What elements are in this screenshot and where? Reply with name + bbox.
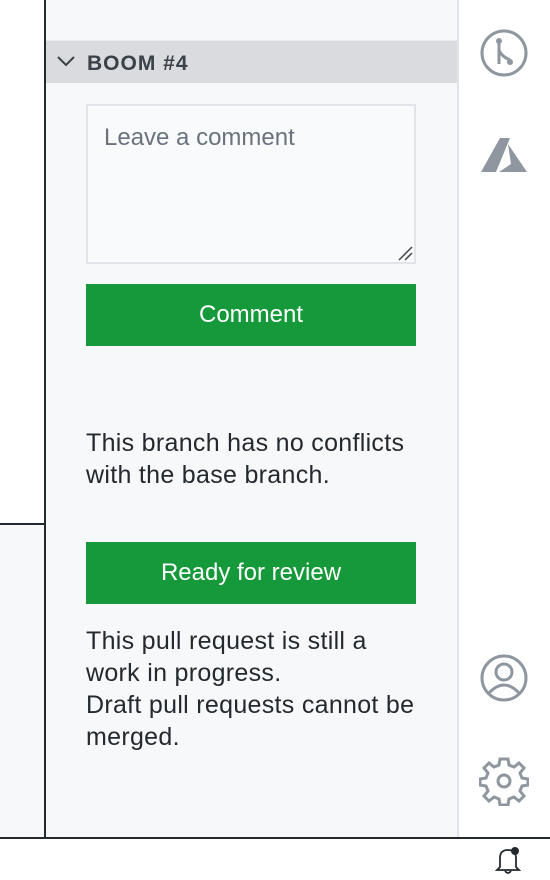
ready-for-review-button[interactable]: Ready for review (86, 542, 416, 604)
notification-bell-icon[interactable] (494, 845, 522, 875)
merge-status-text: This branch has no conflicts with the ba… (86, 429, 405, 489)
comment-textarea[interactable] (86, 104, 416, 264)
draft-status-text: This pull request is still a work in pro… (86, 625, 426, 753)
editor-area-top (0, 0, 44, 524)
azure-icon[interactable] (479, 132, 529, 178)
editor-divider[interactable] (0, 523, 45, 525)
settings-gear-icon[interactable] (479, 756, 529, 806)
chevron-down-icon (57, 56, 75, 67)
resize-grip-icon[interactable] (397, 245, 413, 261)
editor-area-bottom (0, 525, 44, 837)
wip-line: This pull request is still a work in pro… (86, 627, 367, 687)
pull-request-panel: BOOM #4 Comment This branch has no confl… (46, 0, 457, 837)
activity-bar (459, 0, 550, 837)
account-icon[interactable] (479, 653, 529, 703)
comment-button[interactable]: Comment (86, 284, 416, 346)
status-bar (0, 839, 550, 880)
draft-merge-line: Draft pull requests cannot be merged. (86, 691, 415, 751)
pull-request-icon[interactable] (479, 28, 529, 78)
section-title: BOOM #4 (87, 52, 189, 75)
section-header[interactable]: BOOM #4 (46, 40, 457, 83)
